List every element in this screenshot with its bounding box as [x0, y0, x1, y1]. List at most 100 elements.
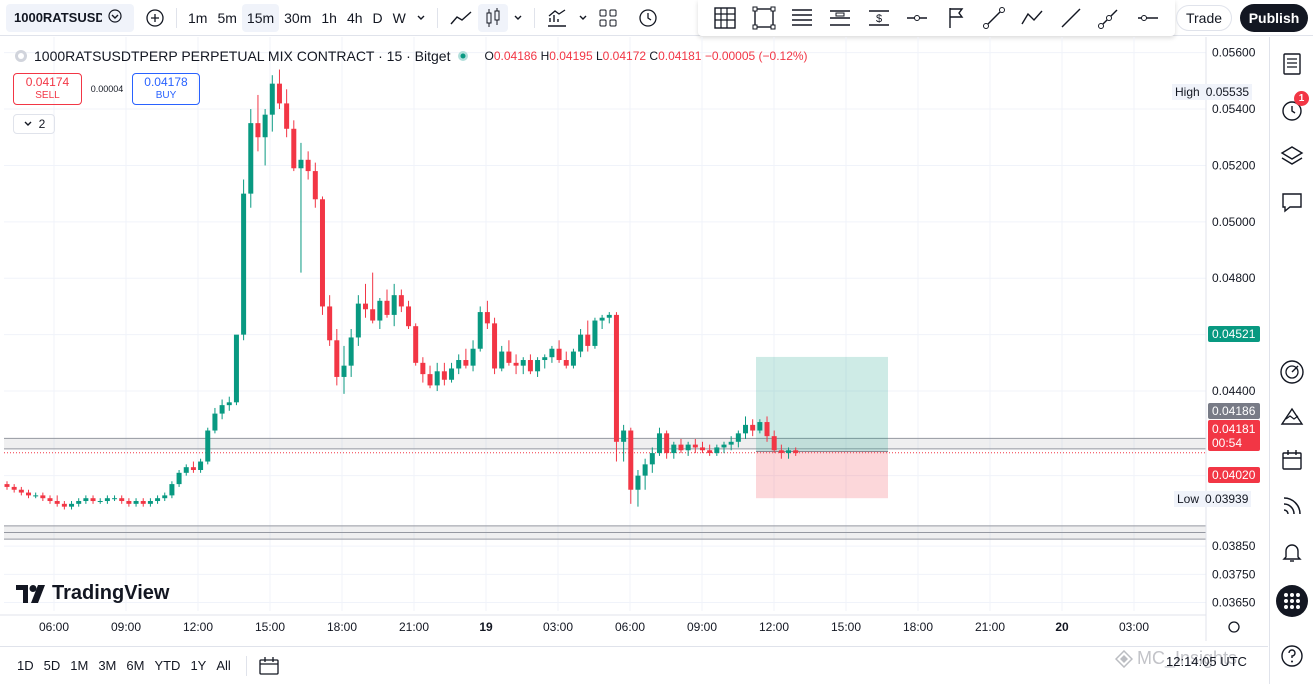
right-sidebar: 1 — [1269, 37, 1313, 684]
time-tick-label: 21:00 — [975, 620, 1005, 634]
interval-W[interactable]: W — [388, 4, 411, 32]
chat-icon[interactable] — [1279, 189, 1305, 215]
range-6m[interactable]: 6M — [121, 658, 149, 673]
alerts-icon[interactable]: 1 — [1279, 91, 1309, 123]
symbol-search[interactable]: 1000RATSUSDTPERP — [6, 3, 134, 32]
chart-legend: 1000RATSUSDTPERP PERPETUAL MIX CONTRACT … — [14, 48, 808, 64]
candle-body — [527, 360, 533, 372]
candle-body — [420, 362, 426, 375]
watchlist-icon[interactable] — [1279, 51, 1305, 77]
symbol-name: 1000RATSUSDTPERP — [14, 10, 102, 25]
add-symbol-icon[interactable] — [140, 4, 170, 32]
range-1d[interactable]: 1D — [12, 658, 39, 673]
help-icon[interactable] — [1279, 643, 1305, 669]
interval-30m[interactable]: 30m — [279, 4, 316, 32]
line-tool-icon[interactable] — [1058, 5, 1084, 31]
indicators-icon[interactable] — [541, 4, 573, 32]
time-tick-label: 12:00 — [183, 620, 213, 634]
layers-icon[interactable] — [1279, 143, 1305, 169]
calendar-icon[interactable] — [1279, 447, 1305, 473]
target-icon[interactable] — [1279, 359, 1305, 385]
trend-line-tool-icon[interactable] — [981, 5, 1007, 31]
ideas-icon[interactable] — [1279, 403, 1305, 429]
apps-menu-icon[interactable] — [1276, 585, 1308, 617]
price-tick-label: 0.04800 — [1212, 271, 1256, 285]
layout-grid-icon[interactable] — [593, 4, 623, 32]
indicators-dropdown-icon[interactable] — [573, 4, 593, 32]
buy-button[interactable]: 0.04178 BUY — [132, 73, 200, 105]
horizontal-ray-tool-icon[interactable] — [904, 5, 930, 31]
candle-body — [707, 450, 713, 454]
text-lines-tool-icon[interactable] — [789, 5, 815, 31]
candle-body — [463, 360, 469, 366]
candle-body — [348, 337, 354, 366]
publish-button[interactable]: Publish — [1240, 4, 1308, 32]
position-loss-zone[interactable] — [756, 451, 888, 499]
trade-button[interactable]: Trade — [1176, 5, 1232, 31]
candle-body — [692, 444, 698, 448]
range-3m[interactable]: 3M — [93, 658, 121, 673]
range-5d[interactable]: 5D — [39, 658, 66, 673]
candle-body — [699, 447, 705, 451]
candle-body — [613, 314, 619, 442]
candle-body — [499, 351, 505, 369]
candle-body — [456, 360, 462, 369]
interval-15m[interactable]: 15m — [241, 3, 280, 32]
sell-button[interactable]: 0.04174 SELL — [13, 73, 82, 105]
price-range-tool-icon[interactable]: $ — [866, 5, 892, 31]
candle-body — [506, 351, 512, 363]
candle-body — [319, 199, 325, 307]
candle-body — [664, 433, 670, 454]
ray-tool-icon[interactable] — [1096, 5, 1122, 31]
interval-D[interactable]: D — [368, 4, 388, 32]
long-position-tool-icon[interactable] — [827, 5, 853, 31]
clock-display[interactable]: 12:14:05 UTC — [1166, 654, 1247, 669]
stream-icon[interactable] — [1279, 493, 1305, 519]
time-tick-label: 12:00 — [759, 620, 789, 634]
tradingview-logo-icon — [16, 584, 45, 603]
range-ytd[interactable]: YTD — [149, 658, 185, 673]
candle-body — [406, 306, 412, 327]
candle-body — [69, 503, 75, 507]
tradingview-logo: TradingView — [16, 582, 169, 605]
grid-tool-icon[interactable] — [712, 5, 738, 31]
interval-dropdown-icon[interactable] — [411, 4, 431, 32]
candle-body — [535, 360, 541, 372]
price-tick-label: 0.05200 — [1212, 158, 1256, 172]
path-tool-icon[interactable] — [1019, 5, 1045, 31]
candle-body — [61, 503, 67, 507]
range-1m[interactable]: 1M — [65, 658, 93, 673]
candle-body — [477, 312, 483, 349]
notifications-icon[interactable] — [1279, 539, 1305, 565]
collapse-indicators-button[interactable]: 2 — [13, 114, 55, 134]
candle-body — [757, 422, 763, 431]
chart-type-dropdown-icon[interactable] — [508, 4, 528, 32]
candle-body — [40, 495, 46, 499]
candle-body — [778, 450, 784, 454]
last-price-label: 0.04181 00:54 — [1208, 420, 1260, 451]
horizontal-line-tool-icon[interactable] — [1135, 5, 1161, 31]
drawing-toolbar: $ — [698, 0, 1175, 36]
candle-body — [54, 501, 60, 504]
interval-4h[interactable]: 4h — [342, 4, 368, 32]
flag-tool-icon[interactable] — [943, 5, 969, 31]
range-1y[interactable]: 1Y — [185, 658, 211, 673]
alert-clock-icon[interactable] — [633, 4, 663, 32]
candles-icon[interactable] — [477, 3, 508, 32]
line-chart-icon[interactable] — [444, 4, 478, 32]
interval-1h[interactable]: 1h — [316, 4, 342, 32]
rectangle-tool-icon[interactable] — [751, 5, 777, 31]
interval-1m[interactable]: 1m — [183, 4, 212, 32]
candle-body — [155, 498, 161, 502]
range-all[interactable]: All — [211, 658, 235, 673]
axis-settings-icon[interactable] — [1228, 621, 1240, 633]
time-tick-label: 18:00 — [327, 620, 357, 634]
candle-body — [140, 501, 146, 504]
interval-5m[interactable]: 5m — [212, 4, 241, 32]
price-chart[interactable]: 0.056000.054000.052000.050000.048000.046… — [0, 37, 1268, 641]
candle-body — [735, 433, 741, 442]
candle-body — [18, 489, 24, 493]
symbol-menu-icon[interactable] — [108, 9, 122, 26]
date-range-icon[interactable] — [253, 652, 285, 680]
candle-body — [635, 475, 641, 490]
